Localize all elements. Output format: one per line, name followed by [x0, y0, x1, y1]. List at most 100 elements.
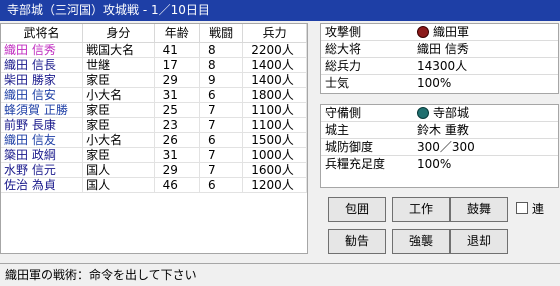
repeat-checkbox[interactable] — [516, 202, 528, 214]
officer-name: 前野 長康 — [1, 117, 84, 133]
defender-lord-label: 城主 — [325, 123, 350, 137]
officer-age: 46 — [154, 177, 201, 193]
castle-defense-label: 城防御度 — [325, 140, 374, 154]
officer-troops: 2200人 — [242, 42, 307, 58]
officer-combat: 7 — [199, 117, 244, 133]
attacker-panel: 攻撃側 織田軍 総大将 織田 信秀 総兵力 14300人 士気 100% — [320, 23, 559, 94]
oda-crest-icon — [417, 26, 429, 38]
table-row[interactable]: 織田 信長 世継 17 8 1400人 — [1, 57, 307, 73]
officer-troops: 1100人 — [242, 117, 307, 133]
table-row[interactable]: 織田 信友 小大名 26 6 1500人 — [1, 132, 307, 148]
officer-troops: 1800人 — [242, 87, 307, 103]
repeat-checkbox-label[interactable]: 連 — [532, 200, 544, 217]
castle-defense: 300／300 — [417, 140, 475, 154]
officer-rank: 家臣 — [82, 147, 155, 163]
rally-button[interactable]: 鼓舞 — [450, 197, 508, 222]
attacker-troops-label: 総兵力 — [325, 59, 362, 73]
officer-rank: 家臣 — [82, 102, 155, 118]
officer-age: 31 — [154, 147, 201, 163]
officer-name: 織田 信長 — [1, 57, 84, 73]
officer-age: 23 — [154, 117, 201, 133]
attacker-troops: 14300人 — [417, 59, 468, 73]
officer-age: 26 — [154, 132, 201, 148]
defender-clan: 寺部城 — [433, 106, 470, 120]
table-row[interactable]: 簗田 政綱 家臣 31 7 1000人 — [1, 147, 307, 163]
table-row[interactable]: 織田 信安 小大名 31 6 1800人 — [1, 87, 307, 103]
status-bar: 織田軍の戦術：命令を出して下さい — [0, 263, 560, 286]
officer-name: 簗田 政綱 — [1, 147, 84, 163]
officer-combat: 6 — [199, 87, 244, 103]
officer-troops: 1000人 — [242, 147, 307, 163]
officer-combat: 8 — [199, 57, 244, 73]
officer-rank: 国人 — [82, 177, 155, 193]
advise-surrender-button[interactable]: 勧告 — [328, 229, 386, 254]
table-row[interactable]: 前野 長康 家臣 23 7 1100人 — [1, 117, 307, 133]
table-row[interactable]: 蜂須賀 正勝 家臣 25 7 1100人 — [1, 102, 307, 118]
officer-name: 織田 信安 — [1, 87, 84, 103]
defender-side-label: 守備側 — [325, 106, 362, 120]
officer-name: 柴田 勝家 — [1, 72, 84, 88]
officer-troops: 1400人 — [242, 72, 307, 88]
attacker-clan: 織田軍 — [433, 25, 470, 39]
command-panel: 包囲 工作 鼓舞 連 勧告 強襲 退却 — [320, 189, 559, 262]
terabe-crest-icon — [417, 107, 429, 119]
officer-age: 29 — [154, 72, 201, 88]
officer-troops: 1400人 — [242, 57, 307, 73]
header-rank[interactable]: 身分 — [82, 24, 155, 43]
officer-name: 織田 信友 — [1, 132, 84, 148]
officer-rank: 小大名 — [82, 87, 155, 103]
supply-level: 100% — [417, 157, 452, 171]
officer-age: 31 — [154, 87, 201, 103]
officer-rank: 家臣 — [82, 117, 155, 133]
officer-combat: 7 — [199, 162, 244, 178]
officer-combat: 9 — [199, 72, 244, 88]
defender-panel: 守備側 寺部城 城主 鈴木 重教 城防御度 300／300 兵糧充足度 100% — [320, 104, 559, 188]
table-row[interactable]: 織田 信秀 戦国大名 41 8 2200人 — [1, 42, 307, 58]
officer-troops: 1100人 — [242, 102, 307, 118]
attacker-morale-label: 士気 — [325, 76, 350, 90]
attacker-general-label: 総大将 — [325, 42, 362, 56]
header-name[interactable]: 武将名 — [1, 24, 84, 43]
officer-troops: 1500人 — [242, 132, 307, 148]
defender-lord: 鈴木 重教 — [417, 123, 469, 137]
officer-combat: 8 — [199, 42, 244, 58]
supply-label: 兵糧充足度 — [325, 157, 386, 171]
officer-name: 織田 信秀 — [1, 42, 84, 58]
header-troops[interactable]: 兵力 — [242, 24, 307, 43]
officer-rank: 戦国大名 — [82, 42, 155, 58]
officer-age: 17 — [154, 57, 201, 73]
table-row[interactable]: 佐治 為貞 国人 46 6 1200人 — [1, 177, 307, 193]
header-age[interactable]: 年齢 — [154, 24, 201, 43]
attacker-general: 織田 信秀 — [417, 42, 469, 56]
battle-window: 武将名 身分 年齢 戦闘 兵力 織田 信秀 戦国大名 41 8 2200人 織田 信長 世継… — [0, 21, 560, 286]
officer-rank: 小大名 — [82, 132, 155, 148]
officer-combat: 7 — [199, 102, 244, 118]
officer-troops: 1200人 — [242, 177, 307, 193]
officer-table-body: 織田 信秀 戦国大名 41 8 2200人 織田 信長 世継 17 8 1400人 柴田 勝家 家臣 2… — [1, 42, 307, 193]
header-combat[interactable]: 戦闘 — [199, 24, 244, 43]
officer-combat: 6 — [199, 177, 244, 193]
officer-name: 蜂須賀 正勝 — [1, 102, 84, 118]
assault-button[interactable]: 強襲 — [392, 229, 450, 254]
officer-troops: 1600人 — [242, 162, 307, 178]
officer-combat: 7 — [199, 147, 244, 163]
attacker-morale: 100% — [417, 76, 452, 90]
officer-combat: 6 — [199, 132, 244, 148]
table-row[interactable]: 水野 信元 国人 29 7 1600人 — [1, 162, 307, 178]
sabotage-button[interactable]: 工作 — [392, 197, 450, 222]
officer-rank: 世継 — [82, 57, 155, 73]
retreat-button[interactable]: 退却 — [450, 229, 508, 254]
officer-list[interactable]: 武将名 身分 年齢 戦闘 兵力 織田 信秀 戦国大名 41 8 2200人 織田 信長 世継… — [0, 23, 308, 254]
officer-age: 29 — [154, 162, 201, 178]
officer-age: 41 — [154, 42, 201, 58]
table-row[interactable]: 柴田 勝家 家臣 29 9 1400人 — [1, 72, 307, 88]
officer-table-header: 武将名 身分 年齢 戦闘 兵力 — [1, 24, 307, 43]
attacker-side-label: 攻撃側 — [325, 25, 362, 39]
siege-button[interactable]: 包囲 — [328, 197, 386, 222]
officer-name: 水野 信元 — [1, 162, 84, 178]
window-title: 寺部城（三河国）攻城戦 - 1／10日目 — [0, 0, 560, 21]
officer-rank: 国人 — [82, 162, 155, 178]
officer-name: 佐治 為貞 — [1, 177, 84, 193]
officer-rank: 家臣 — [82, 72, 155, 88]
officer-age: 25 — [154, 102, 201, 118]
